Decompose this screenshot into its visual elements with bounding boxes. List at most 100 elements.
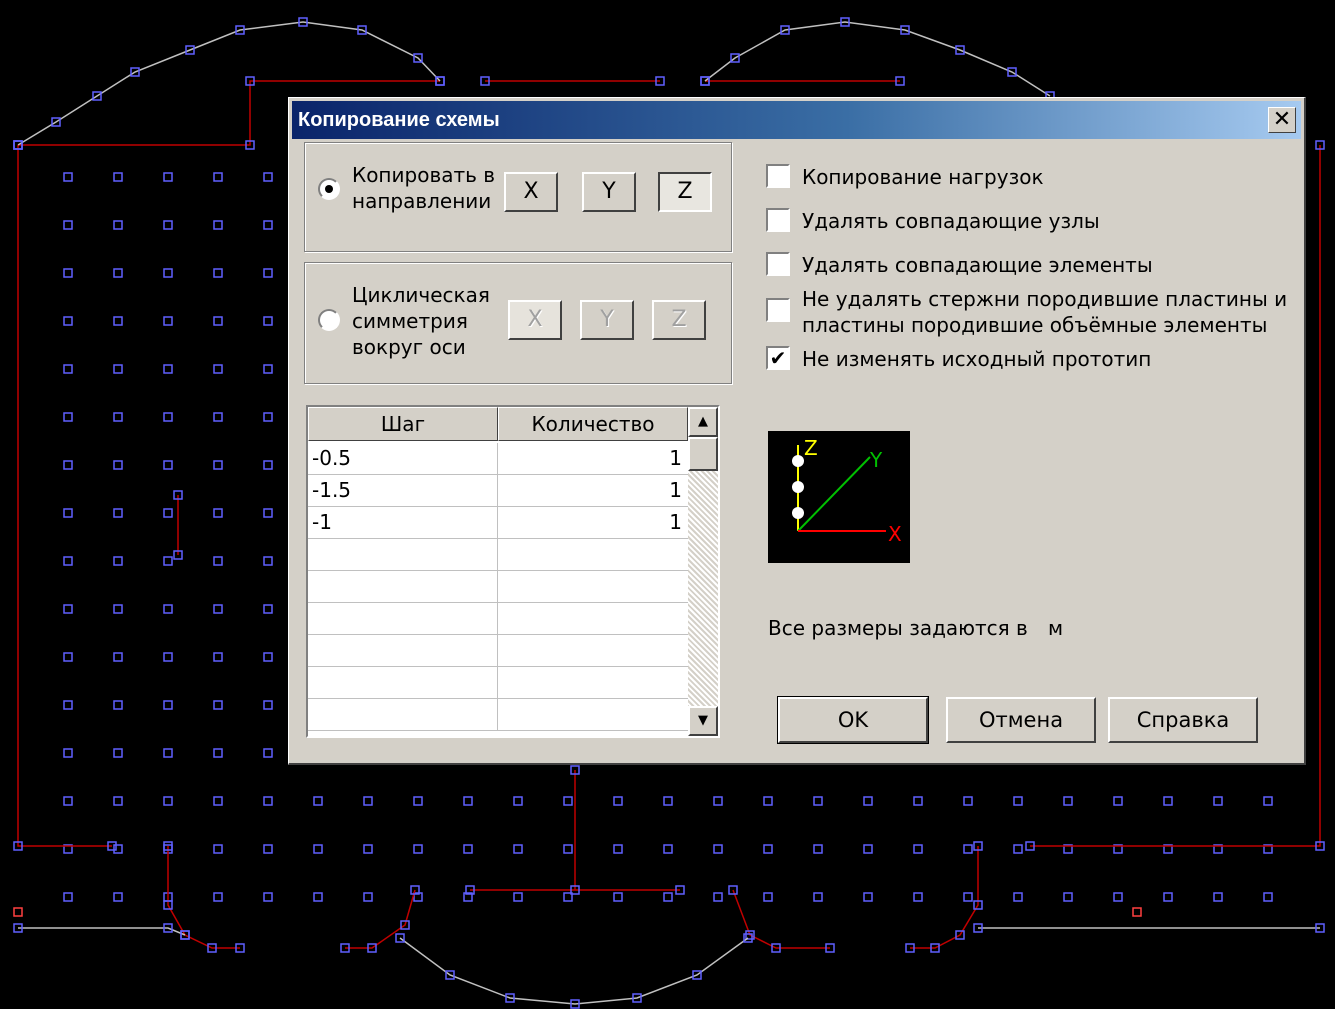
grid-scrollbar[interactable]: ▲ ▼	[688, 407, 718, 736]
node-marker	[113, 892, 123, 902]
node-marker	[163, 460, 173, 470]
step-cell[interactable]: -1	[308, 507, 498, 538]
node-marker	[613, 844, 623, 854]
element-line	[470, 770, 680, 891]
step-cell[interactable]	[308, 571, 498, 602]
node-marker	[213, 748, 223, 758]
node-marker	[213, 268, 223, 278]
step-cell[interactable]: -0.5	[308, 443, 498, 474]
node-marker	[363, 844, 373, 854]
count-cell[interactable]	[498, 571, 688, 602]
help-button[interactable]: Справка	[1108, 697, 1258, 743]
step-cell[interactable]	[308, 667, 498, 698]
count-cell[interactable]	[498, 635, 688, 666]
delete-duplicate-elements-checkbox[interactable]	[766, 252, 790, 276]
close-button[interactable]: ✕	[1268, 107, 1296, 133]
step-cell[interactable]	[308, 539, 498, 570]
step-count-grid[interactable]: Шаг Количество -0.5 1 -1.5 1 -1 1 ▲ ▼	[306, 405, 720, 738]
axis-x-label: X	[888, 522, 902, 546]
node-marker	[263, 844, 273, 854]
copy-direction-label-line1: Копировать в	[352, 163, 496, 187]
node-marker	[663, 892, 673, 902]
node-marker	[413, 844, 423, 854]
node-marker	[913, 892, 923, 902]
count-cell[interactable]	[498, 667, 688, 698]
node-marker	[413, 796, 423, 806]
copy-loads-label: Копирование нагрузок	[802, 165, 1044, 189]
keep-prototype-label: Не изменять исходный прототип	[802, 347, 1152, 371]
element-line	[17, 145, 112, 847]
count-cell[interactable]: 1	[498, 475, 688, 506]
node-marker	[613, 796, 623, 806]
node-marker	[213, 556, 223, 566]
copy-direction-radio[interactable]	[318, 178, 340, 200]
scroll-up-arrow-icon[interactable]: ▲	[688, 407, 718, 437]
node-marker	[513, 844, 523, 854]
node-marker	[163, 316, 173, 326]
dialog-titlebar[interactable]: Копирование схемы ✕	[292, 101, 1301, 139]
column-header-step[interactable]: Шаг	[308, 407, 498, 441]
node-marker	[963, 844, 973, 854]
node-marker	[163, 220, 173, 230]
table-row[interactable]	[308, 539, 688, 571]
node-marker	[213, 220, 223, 230]
table-row[interactable]	[308, 699, 688, 731]
keep-generating-bars-checkbox[interactable]	[766, 298, 790, 322]
copy-loads-checkbox[interactable]	[766, 164, 790, 188]
cancel-button[interactable]: Отмена	[946, 697, 1096, 743]
ok-button[interactable]: OK	[777, 696, 929, 744]
copy-axis-z-button[interactable]: Z	[658, 172, 712, 212]
table-row[interactable]: -1.5 1	[308, 475, 688, 507]
count-cell[interactable]	[498, 539, 688, 570]
table-row[interactable]	[308, 603, 688, 635]
node-marker	[263, 172, 273, 182]
node-marker	[113, 268, 123, 278]
node-marker	[663, 844, 673, 854]
column-header-count[interactable]: Количество	[498, 407, 688, 441]
table-row[interactable]	[308, 635, 688, 667]
node-marker	[313, 892, 323, 902]
node-marker	[313, 844, 323, 854]
radio-selected-dot	[325, 185, 333, 193]
count-cell[interactable]	[498, 699, 688, 730]
node-marker	[63, 268, 73, 278]
count-cell[interactable]: 1	[498, 507, 688, 538]
node-marker	[63, 604, 73, 614]
node-marker	[63, 412, 73, 422]
keep-prototype-checkbox[interactable]: ✔	[766, 346, 790, 370]
scroll-thumb[interactable]	[688, 437, 718, 471]
node-marker	[763, 796, 773, 806]
node-marker	[713, 892, 723, 902]
count-cell[interactable]	[498, 603, 688, 634]
step-cell[interactable]	[308, 635, 498, 666]
delete-duplicate-nodes-checkbox[interactable]	[766, 208, 790, 232]
node-marker	[63, 796, 73, 806]
count-cell[interactable]: 1	[498, 443, 688, 474]
node-marker	[163, 508, 173, 518]
node-marker	[63, 556, 73, 566]
cyclic-label-line1: Циклическая	[352, 283, 490, 307]
step-cell[interactable]: -1.5	[308, 475, 498, 506]
step-cell[interactable]	[308, 699, 498, 730]
cyclic-symmetry-radio[interactable]	[318, 309, 340, 331]
copy-axis-y-button[interactable]: Y	[582, 172, 636, 212]
node-marker	[213, 604, 223, 614]
table-row[interactable]: -0.5 1	[308, 443, 688, 475]
node-marker	[263, 892, 273, 902]
table-row[interactable]: -1 1	[308, 507, 688, 539]
dialog-title: Копирование схемы	[298, 109, 500, 131]
table-row[interactable]	[308, 571, 688, 603]
node-marker	[163, 364, 173, 374]
node-marker	[263, 364, 273, 374]
outline-line	[18, 927, 186, 936]
node-marker	[113, 796, 123, 806]
node-marker	[63, 364, 73, 374]
copy-axis-x-button[interactable]: X	[504, 172, 558, 212]
node-marker	[113, 748, 123, 758]
node-marker	[113, 556, 123, 566]
table-row[interactable]	[308, 667, 688, 699]
step-cell[interactable]	[308, 603, 498, 634]
node-marker	[113, 412, 123, 422]
node-marker	[913, 796, 923, 806]
scroll-down-arrow-icon[interactable]: ▼	[688, 706, 718, 736]
